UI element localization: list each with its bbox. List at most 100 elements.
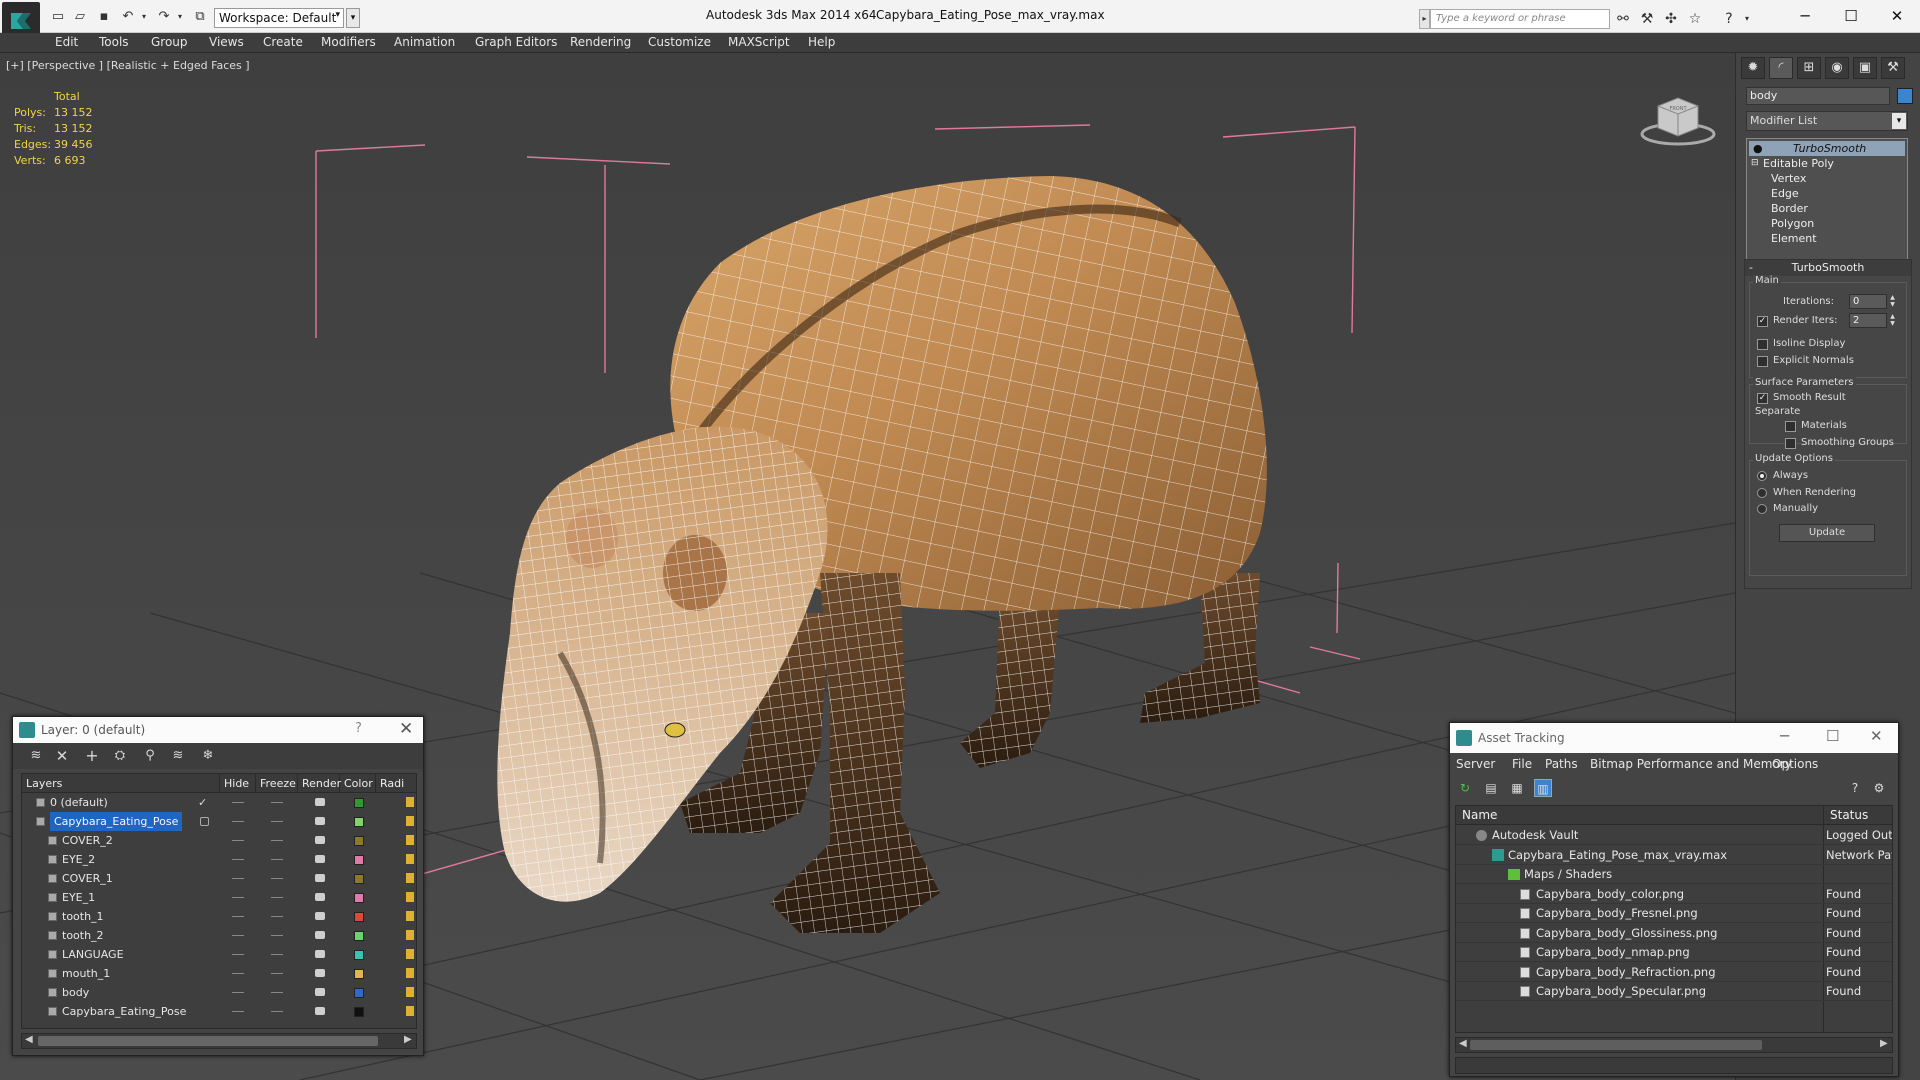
- spinner-arrows-icon[interactable]: ▲ ▼: [1888, 294, 1897, 309]
- layer-row[interactable]: body: [22, 983, 416, 1002]
- help-dropdown-icon[interactable]: ▾: [1738, 10, 1756, 28]
- col-name[interactable]: Name: [1456, 806, 1824, 825]
- open-file-icon[interactable]: ▱: [72, 9, 88, 25]
- minimize-button[interactable]: ─: [1780, 727, 1789, 745]
- layer-row[interactable]: tooth_2: [22, 926, 416, 945]
- stack-item-border[interactable]: Border: [1749, 201, 1905, 216]
- stack-item-element[interactable]: Element: [1749, 231, 1905, 246]
- update-button[interactable]: Update: [1779, 524, 1875, 542]
- layer-color-swatch[interactable]: [354, 874, 364, 884]
- col-render[interactable]: Render: [298, 774, 341, 793]
- undo-dropdown-icon[interactable]: ▾: [136, 9, 152, 25]
- scroll-right-icon[interactable]: ▶: [1880, 1038, 1888, 1049]
- hide-toggle[interactable]: [232, 1011, 244, 1012]
- create-tab-sun-icon[interactable]: ✹: [1741, 57, 1765, 79]
- new-file-icon[interactable]: ▭: [50, 9, 66, 25]
- render-teapot-icon[interactable]: [315, 912, 325, 920]
- menu-animation[interactable]: Animation: [394, 35, 455, 49]
- freeze-toggle[interactable]: [271, 992, 283, 993]
- layer-color-swatch[interactable]: [354, 1007, 364, 1017]
- close-button[interactable]: ✕: [399, 719, 413, 739]
- layer-row[interactable]: Capybara_Eating_Pose: [22, 1002, 416, 1021]
- help-button[interactable]: ?: [355, 721, 362, 736]
- layer-color-swatch[interactable]: [354, 988, 364, 998]
- viewcube[interactable]: FRONT: [1636, 88, 1716, 148]
- menu-customize[interactable]: Customize: [648, 35, 711, 49]
- layer-color-swatch[interactable]: [354, 950, 364, 960]
- asset-path-field[interactable]: [1455, 1057, 1893, 1074]
- asset-row[interactable]: Capybara_Eating_Pose_max_vray.max Network…: [1456, 846, 1892, 865]
- layer-horizontal-scrollbar[interactable]: ◀ ▶: [21, 1033, 417, 1049]
- scroll-right-icon[interactable]: ▶: [404, 1034, 412, 1045]
- current-layer-check-icon[interactable]: ✓: [198, 793, 207, 812]
- freeze-toggle[interactable]: [271, 802, 283, 803]
- hide-toggle[interactable]: [232, 935, 244, 936]
- render-teapot-icon[interactable]: [315, 988, 325, 996]
- maximize-button[interactable]: ☐: [1828, 0, 1874, 32]
- motion-tab-icon[interactable]: ◉: [1825, 57, 1849, 79]
- display-tab-icon[interactable]: ▣: [1853, 57, 1877, 79]
- menu-bitmap-performance[interactable]: Bitmap Performance and Memory: [1590, 757, 1792, 771]
- stack-item-turbosmooth[interactable]: ● TurboSmooth: [1749, 141, 1905, 156]
- layer-window-titlebar[interactable]: Layer: 0 (default) ? ✕: [13, 717, 423, 743]
- manually-radio[interactable]: [1757, 504, 1767, 514]
- freeze-toggle[interactable]: [271, 935, 283, 936]
- highlight-selected-layer-icon[interactable]: ⚲: [141, 747, 159, 765]
- smoothing-groups-checkbox[interactable]: [1785, 438, 1796, 449]
- always-radio[interactable]: [1757, 471, 1767, 481]
- maximize-button[interactable]: ☐: [1826, 727, 1839, 745]
- list-view-icon[interactable]: ▤: [1482, 779, 1500, 797]
- keyword-search-input[interactable]: Type a keyword or phrase: [1430, 9, 1610, 29]
- collapse-icon[interactable]: ⊟: [1751, 156, 1759, 171]
- hide-toggle[interactable]: [232, 954, 244, 955]
- freeze-toggle[interactable]: [271, 897, 283, 898]
- create-layer-icon[interactable]: ≋: [27, 747, 45, 765]
- layer-color-swatch[interactable]: [354, 912, 364, 922]
- col-status[interactable]: Status: [1824, 806, 1892, 825]
- thumbnail-view-icon[interactable]: ▦: [1508, 779, 1526, 797]
- layer-row[interactable]: LANGUAGE: [22, 945, 416, 964]
- hide-toggle[interactable]: [232, 878, 244, 879]
- hide-toggle[interactable]: [232, 859, 244, 860]
- bulb-icon[interactable]: ●: [1753, 141, 1763, 156]
- freeze-toggle[interactable]: [271, 916, 283, 917]
- asset-row[interactable]: Capybara_body_nmap.png Found: [1456, 943, 1892, 962]
- render-teapot-icon[interactable]: [315, 931, 325, 939]
- freeze-toggle[interactable]: [271, 859, 283, 860]
- asset-row[interactable]: Autodesk Vault Logged Out: [1456, 826, 1892, 845]
- render-teapot-icon[interactable]: [315, 893, 325, 901]
- refresh-icon[interactable]: ↻: [1456, 779, 1474, 797]
- layer-row[interactable]: COVER_2: [22, 831, 416, 850]
- freeze-toggle[interactable]: [271, 878, 283, 879]
- hide-toggle[interactable]: [232, 916, 244, 917]
- turbosmooth-rollout-title[interactable]: - TurboSmooth: [1745, 260, 1911, 276]
- asset-row[interactable]: Capybara_body_Fresnel.png Found: [1456, 904, 1892, 923]
- radiosity-icon[interactable]: [406, 892, 414, 902]
- set-current-layer-icon[interactable]: [200, 817, 209, 826]
- search-expand-icon[interactable]: ▸: [1419, 9, 1430, 29]
- table-view-icon[interactable]: ▥: [1534, 779, 1552, 797]
- render-teapot-icon[interactable]: [315, 836, 325, 844]
- hide-toggle[interactable]: [232, 840, 244, 841]
- select-objects-in-layer-icon[interactable]: ⛭: [111, 747, 129, 765]
- layer-color-swatch[interactable]: [354, 931, 364, 941]
- menu-create[interactable]: Create: [263, 35, 303, 49]
- menu-maxscript[interactable]: MAXScript: [728, 35, 790, 49]
- menu-server[interactable]: Server: [1456, 757, 1495, 771]
- delete-layer-icon[interactable]: ✕: [53, 747, 71, 765]
- layer-row[interactable]: mouth_1: [22, 964, 416, 983]
- when-rendering-radio[interactable]: [1757, 488, 1767, 498]
- redo-icon[interactable]: ↷: [156, 9, 172, 25]
- menu-paths[interactable]: Paths: [1545, 757, 1578, 771]
- radiosity-icon[interactable]: [406, 835, 414, 845]
- render-teapot-icon[interactable]: [315, 950, 325, 958]
- help-icon[interactable]: ?: [1846, 779, 1864, 797]
- hide-all-layers-icon[interactable]: ≋: [169, 747, 187, 765]
- settings-icon[interactable]: ⚙: [1870, 779, 1888, 797]
- stack-item-edge[interactable]: Edge: [1749, 186, 1905, 201]
- isoline-display-checkbox[interactable]: [1757, 339, 1768, 350]
- col-layers[interactable]: Layers: [22, 774, 220, 793]
- layer-row[interactable]: 0 (default) ✓: [22, 793, 416, 812]
- modifier-list-dropdown[interactable]: Modifier List: [1746, 111, 1908, 131]
- radiosity-icon[interactable]: [406, 797, 414, 807]
